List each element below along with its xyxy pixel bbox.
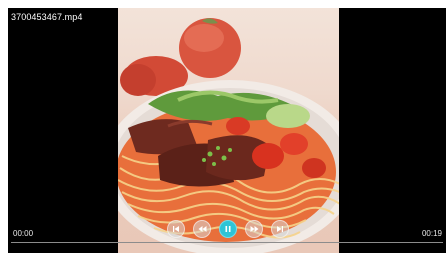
video-filename: 3700453467.mp4 [11, 12, 83, 22]
pause-button[interactable] [219, 220, 237, 238]
fast-forward-icon [250, 226, 258, 232]
next-button[interactable] [271, 220, 289, 238]
seek-bar[interactable] [11, 242, 443, 243]
video-player[interactable]: 3700453467.mp4 00:00 00:19 [8, 8, 446, 253]
rewind-button[interactable] [193, 220, 211, 238]
pause-icon [225, 226, 231, 232]
next-icon [277, 226, 283, 232]
fast-forward-button[interactable] [245, 220, 263, 238]
video-frame[interactable] [118, 8, 339, 253]
previous-button[interactable] [167, 220, 185, 238]
playback-controls [167, 219, 289, 239]
noodle-soup-image [118, 18, 339, 253]
previous-icon [173, 226, 179, 232]
total-duration: 00:19 [421, 229, 442, 238]
rewind-icon [198, 226, 206, 232]
elapsed-time: 00:00 [13, 229, 34, 238]
